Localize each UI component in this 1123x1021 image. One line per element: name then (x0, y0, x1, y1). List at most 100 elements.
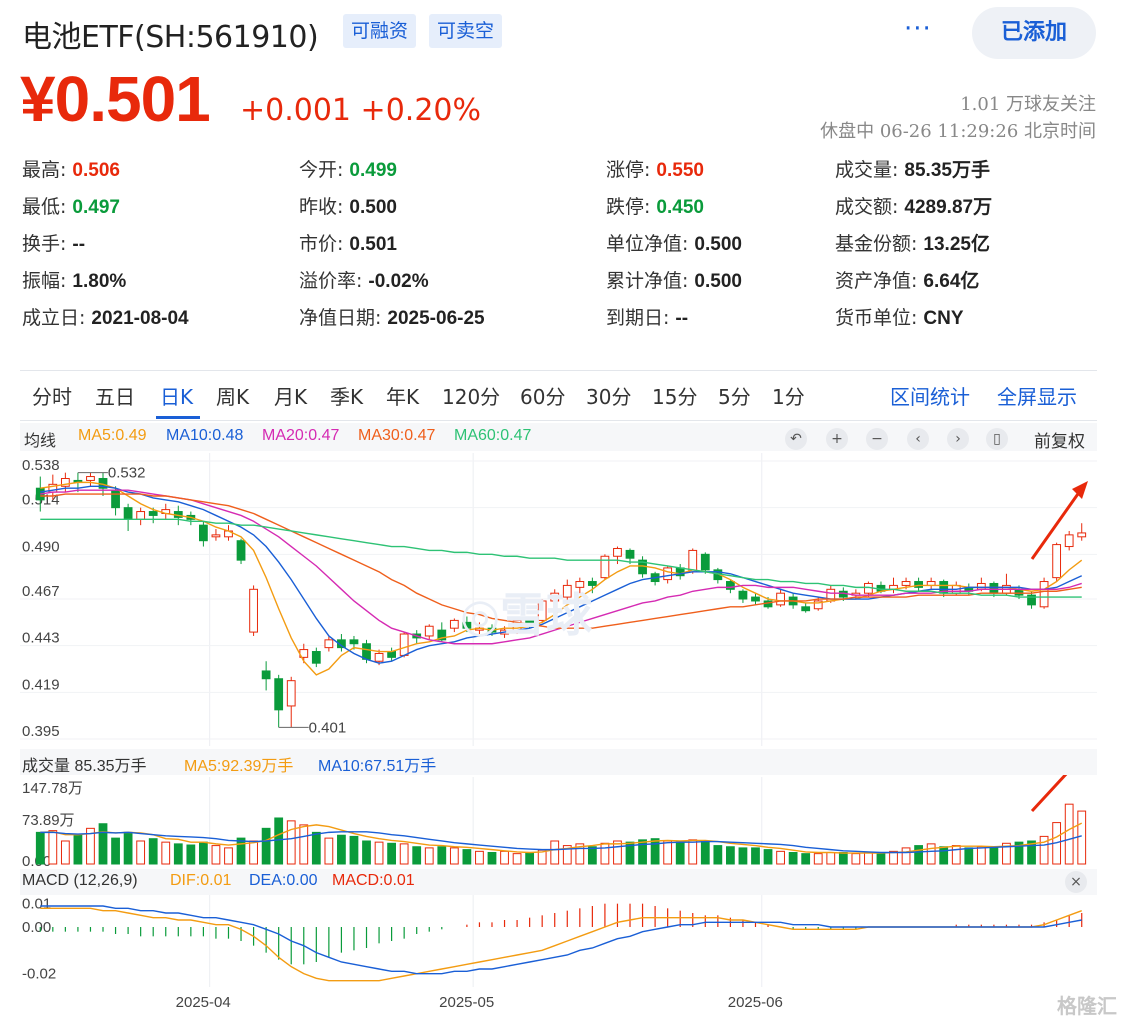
quote-value: 13.25亿 (923, 234, 990, 255)
quote-label: 成交量: (835, 159, 899, 181)
quote-cell: 货币单位: CNY (835, 303, 964, 330)
volume-bar (550, 840, 560, 865)
y-tick-label: 0.395 (22, 723, 60, 740)
quote-label: 涨停: (606, 159, 651, 181)
volume-bar (60, 840, 70, 865)
macd-label: MACD (12,26,9) (22, 872, 138, 889)
volume-y-tick: 147.78万 (22, 780, 83, 797)
volume-bar (663, 840, 673, 865)
quote-label: 单位净值: (606, 233, 689, 255)
current-price: ¥0.501 (20, 63, 211, 135)
volume-bar (587, 846, 597, 865)
candle-body (123, 507, 133, 520)
volume-bar (211, 845, 221, 865)
quote-value: 0.500 (349, 197, 397, 218)
watermark-logo: 格隆汇 (1057, 994, 1117, 1018)
y-tick-label: 0.490 (22, 538, 60, 555)
x-tick-label: 2025-04 (176, 994, 231, 1011)
volume-bar (261, 827, 271, 865)
volume-bar (763, 849, 773, 865)
candle-body (236, 540, 246, 561)
candle-body (362, 643, 371, 660)
volume-bar (826, 851, 836, 865)
volume-y-tick: 73.89万 (22, 812, 75, 829)
max-annotation: 0.532 (108, 465, 146, 482)
quote-row: 最高: 0.506 今开: 0.499 涨停: 0.550 成交量: 85.35万手 (22, 155, 1102, 185)
candle-body (726, 581, 735, 590)
quote-cell: 涨停: 0.550 (606, 155, 704, 182)
volume-bar (412, 846, 422, 865)
volume-bar (525, 851, 535, 865)
volume-bar (35, 831, 45, 865)
quote-cell: 成立日: 2021-08-04 (22, 303, 189, 330)
macd-y-tick: 0.01 (22, 896, 51, 913)
volume-bar (776, 850, 785, 865)
quote-label: 换手: (22, 233, 67, 255)
volume-bar (650, 838, 660, 865)
candle-body (1064, 534, 1074, 548)
volume-bar (500, 850, 509, 865)
quote-cell: 成交量: 85.35万手 (835, 155, 990, 182)
quote-label: 市价: (299, 233, 344, 255)
volume-bar (939, 846, 949, 865)
quote-label: 振幅: (22, 270, 67, 292)
candle-body (324, 639, 334, 649)
volume-bar (989, 846, 999, 865)
x-tick-label: 2025-05 (439, 994, 494, 1011)
price-change: +0.001 +0.20% (240, 93, 481, 128)
macd-line-dif (40, 907, 1082, 982)
more-options-button[interactable]: ··· (904, 14, 932, 44)
quote-value: 0.501 (349, 234, 397, 255)
quote-value: 0.497 (72, 197, 120, 218)
quote-cell: 资产净值: 6.64亿 (835, 266, 979, 293)
volume-bar (813, 853, 823, 865)
quote-value: 2021-08-04 (91, 308, 189, 329)
volume-bar (249, 840, 258, 865)
volume-label: 成交量 85.35万手 (22, 758, 147, 775)
volume-bar (161, 841, 171, 865)
candle-body (801, 606, 811, 612)
quote-value: -- (675, 308, 689, 329)
quote-label: 昨收: (299, 196, 344, 218)
quote-label: 溢价率: (299, 270, 363, 292)
candle-body (976, 582, 986, 590)
close-icon[interactable]: × (1065, 871, 1087, 893)
quote-value: 4289.87万 (904, 197, 993, 218)
macd-y-tick: 0.00 (22, 919, 51, 936)
quote-cell: 换手: -- (22, 229, 85, 256)
quote-label: 成交额: (835, 196, 899, 218)
volume-bar (311, 831, 321, 865)
quote-label: 最低: (22, 196, 67, 218)
volume-bar (700, 840, 710, 865)
candle-body (311, 651, 321, 664)
candle-body (587, 581, 597, 586)
quote-row: 最低: 0.497 昨收: 0.500 跌停: 0.450 成交额: 4289.87万 (22, 192, 1102, 222)
added-watchlist-button[interactable]: 已添加 (972, 7, 1096, 59)
quote-row: 换手: -- 市价: 0.501 单位净值: 0.500 基金份额: 13.25亿 (22, 229, 1102, 259)
candle-body (613, 547, 622, 557)
candle-body (700, 553, 710, 571)
candle-body (688, 549, 698, 573)
volume-bar (111, 837, 120, 865)
volume-bar (236, 837, 246, 865)
candle-body (449, 619, 459, 629)
quote-label: 基金份额: (835, 233, 918, 255)
market-status: 休盘中 06-26 11:29:26 北京时间 (820, 121, 1096, 142)
chart-watermark: ◎雪球 (460, 589, 593, 641)
volume-bar (399, 843, 409, 865)
volume-bar (788, 851, 798, 865)
quote-row: 成立日: 2021-08-04 净值日期: 2025-06-25 到期日: -- 货币单位:… (22, 303, 1102, 333)
y-tick-label: 0.538 (22, 457, 60, 474)
volume-bar (600, 842, 610, 865)
kline-chart[interactable]: 0.5380.5140.4900.4670.4430.4190.3950.532… (20, 371, 1097, 1019)
stock-title: 电池ETF(SH:561910) (22, 20, 319, 55)
volume-bar (713, 845, 723, 865)
volume-bar (173, 843, 183, 865)
candle-body (374, 652, 384, 662)
volume-ma-line-ma5 (40, 822, 1083, 854)
x-tick-label: 2025-06 (728, 994, 783, 1011)
quote-value: 0.450 (656, 197, 704, 218)
quote-cell: 成交额: 4289.87万 (835, 192, 992, 219)
candle-body (199, 524, 208, 542)
followers-count[interactable]: 1.01 万球友关注 (960, 90, 1096, 116)
